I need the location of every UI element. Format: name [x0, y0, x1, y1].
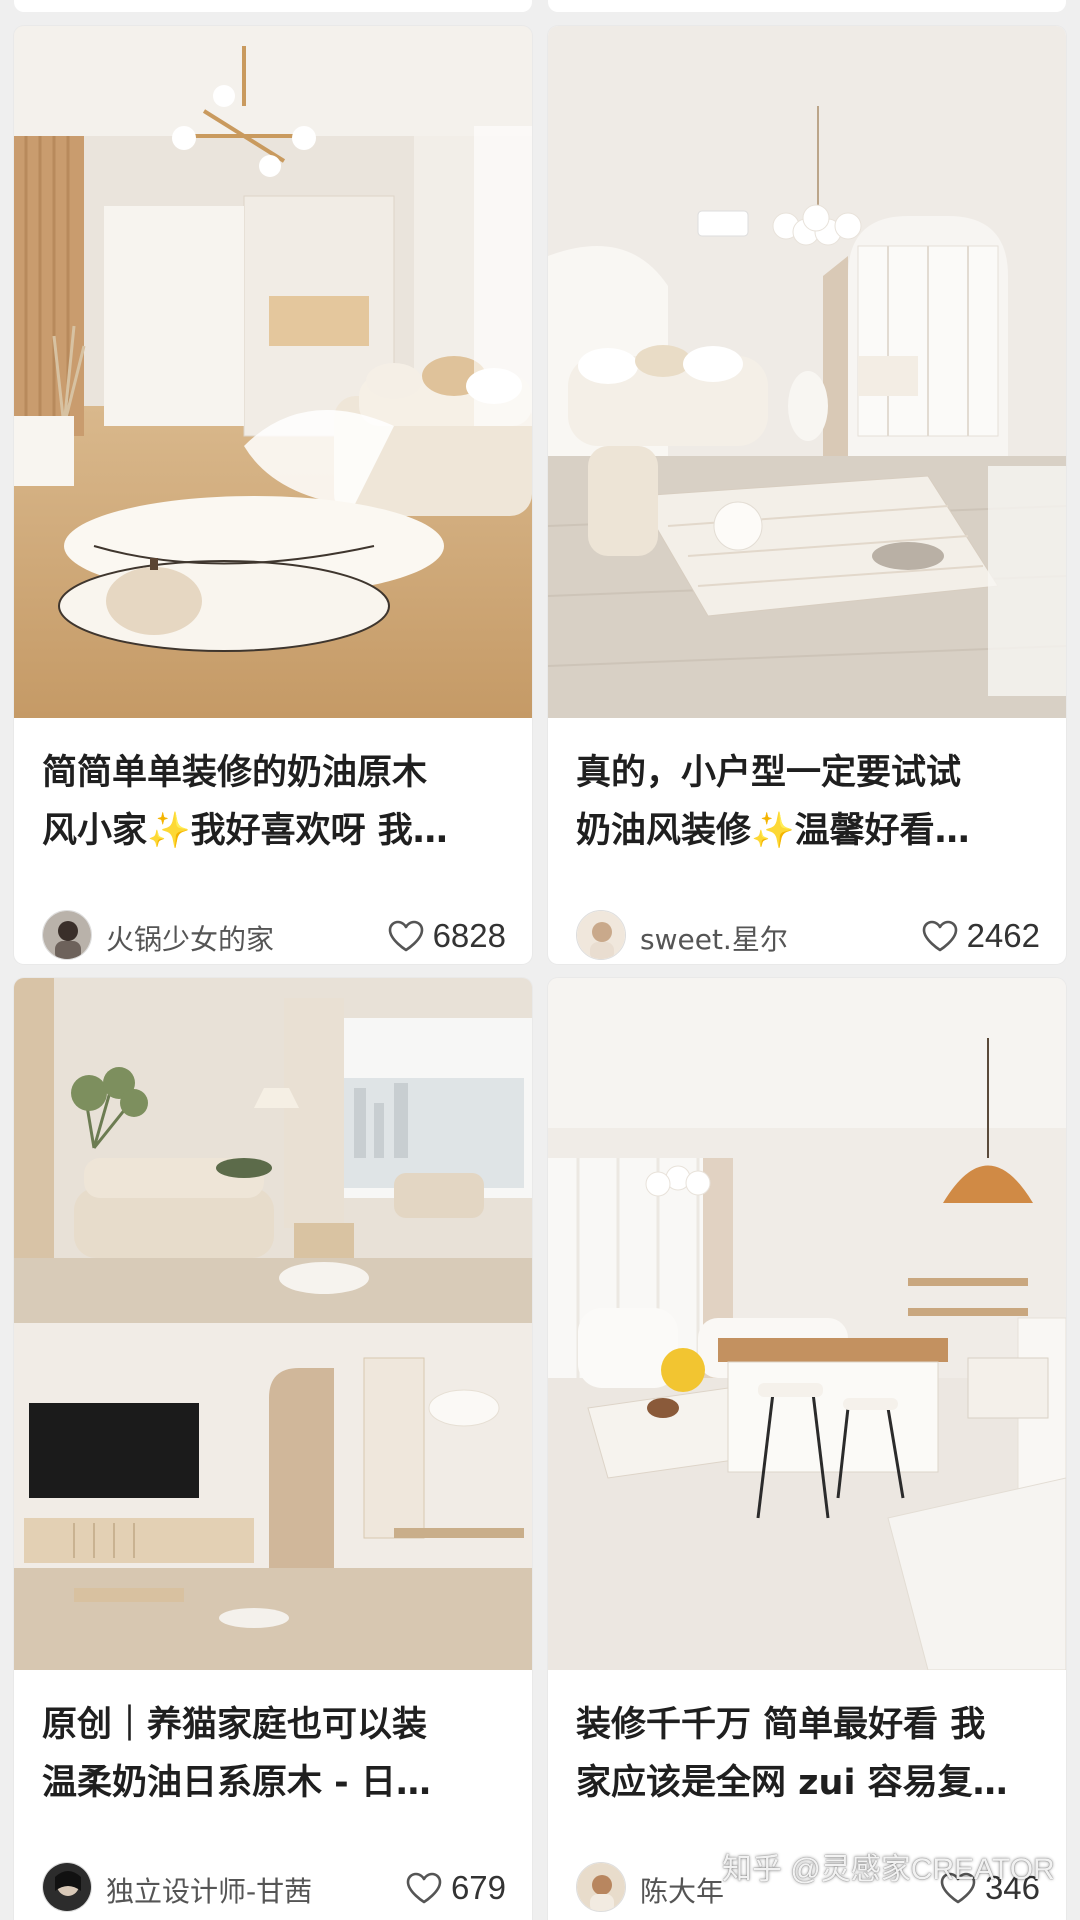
avatar[interactable] [576, 910, 626, 960]
like-button[interactable]: 679 [405, 1866, 506, 1910]
like-count: 679 [450, 1869, 506, 1906]
feed-card[interactable]: 装修千千万 简单最好看 我 家应该是全网 zui 容易复… 陈大年 346 [548, 978, 1066, 1920]
like-count: 2462 [966, 917, 1040, 954]
card-image-living-room[interactable] [548, 978, 1066, 1670]
author-name[interactable]: sweet.星尔 [640, 918, 788, 958]
card-footer: sweet.星尔 2462 [576, 908, 1040, 964]
watermark: 知乎 @灵感家CREATOR [722, 1853, 1055, 1886]
card-title[interactable]: 装修千千万 简单最好看 我 家应该是全网 zui 容易复… [576, 1696, 1042, 1812]
avatar[interactable] [42, 910, 92, 960]
card-title[interactable]: 真的，小户型一定要试试 奶油风装修✨温馨好看… [576, 744, 1042, 860]
feed-card[interactable]: 简简单单装修的奶油原木 风小家✨我好喜欢呀 我… 火锅少女的家 6828 [14, 26, 532, 964]
card-title-line: 温柔奶油日系原木 - 日… [42, 1763, 431, 1803]
heart-icon [388, 920, 423, 952]
card-title-line: 家应该是全网 zui 容易复… [576, 1763, 1008, 1803]
card-title-line: 简简单单装修的奶油原木 [42, 753, 428, 793]
card-title-line: 装修千千万 简单最好看 我 [576, 1705, 986, 1745]
feed-card[interactable]: 原创｜养猫家庭也可以装 温柔奶油日系原木 - 日… 独立设计师-甘茜 679 [14, 978, 532, 1920]
like-button[interactable]: 2462 [921, 914, 1040, 958]
like-button[interactable]: 6828 [387, 914, 506, 958]
card-footer: 独立设计师-甘茜 679 [42, 1860, 506, 1916]
card-footer: 火锅少女的家 6828 [42, 908, 506, 964]
author-name[interactable]: 火锅少女的家 [106, 918, 274, 958]
previous-card-edge [548, 0, 1066, 12]
avatar[interactable] [42, 1862, 92, 1912]
card-image-living-room[interactable] [548, 26, 1066, 718]
author-name[interactable]: 陈大年 [640, 1870, 724, 1910]
feed-grid: 简简单单装修的奶油原木 风小家✨我好喜欢呀 我… 火锅少女的家 6828 真的，… [0, 0, 1080, 1920]
like-count: 6828 [432, 917, 506, 954]
card-title-line: 原创｜养猫家庭也可以装 [42, 1705, 428, 1745]
previous-card-edge [14, 0, 532, 12]
card-title-line: 奶油风装修✨温馨好看… [576, 811, 970, 851]
card-image-living-room[interactable] [14, 26, 532, 718]
card-title-line: 风小家✨我好喜欢呀 我… [42, 811, 448, 851]
card-title[interactable]: 原创｜养猫家庭也可以装 温柔奶油日系原木 - 日… [42, 1696, 508, 1812]
author-name[interactable]: 独立设计师-甘茜 [106, 1870, 312, 1910]
card-title[interactable]: 简简单单装修的奶油原木 风小家✨我好喜欢呀 我… [42, 744, 508, 860]
card-title-line: 真的，小户型一定要试试 [576, 753, 962, 793]
heart-icon [406, 1872, 442, 1904]
heart-icon [922, 920, 957, 952]
card-image-living-room[interactable] [14, 978, 532, 1670]
feed-card[interactable]: 真的，小户型一定要试试 奶油风装修✨温馨好看… sweet.星尔 2462 [548, 26, 1066, 964]
avatar[interactable] [576, 1862, 626, 1912]
